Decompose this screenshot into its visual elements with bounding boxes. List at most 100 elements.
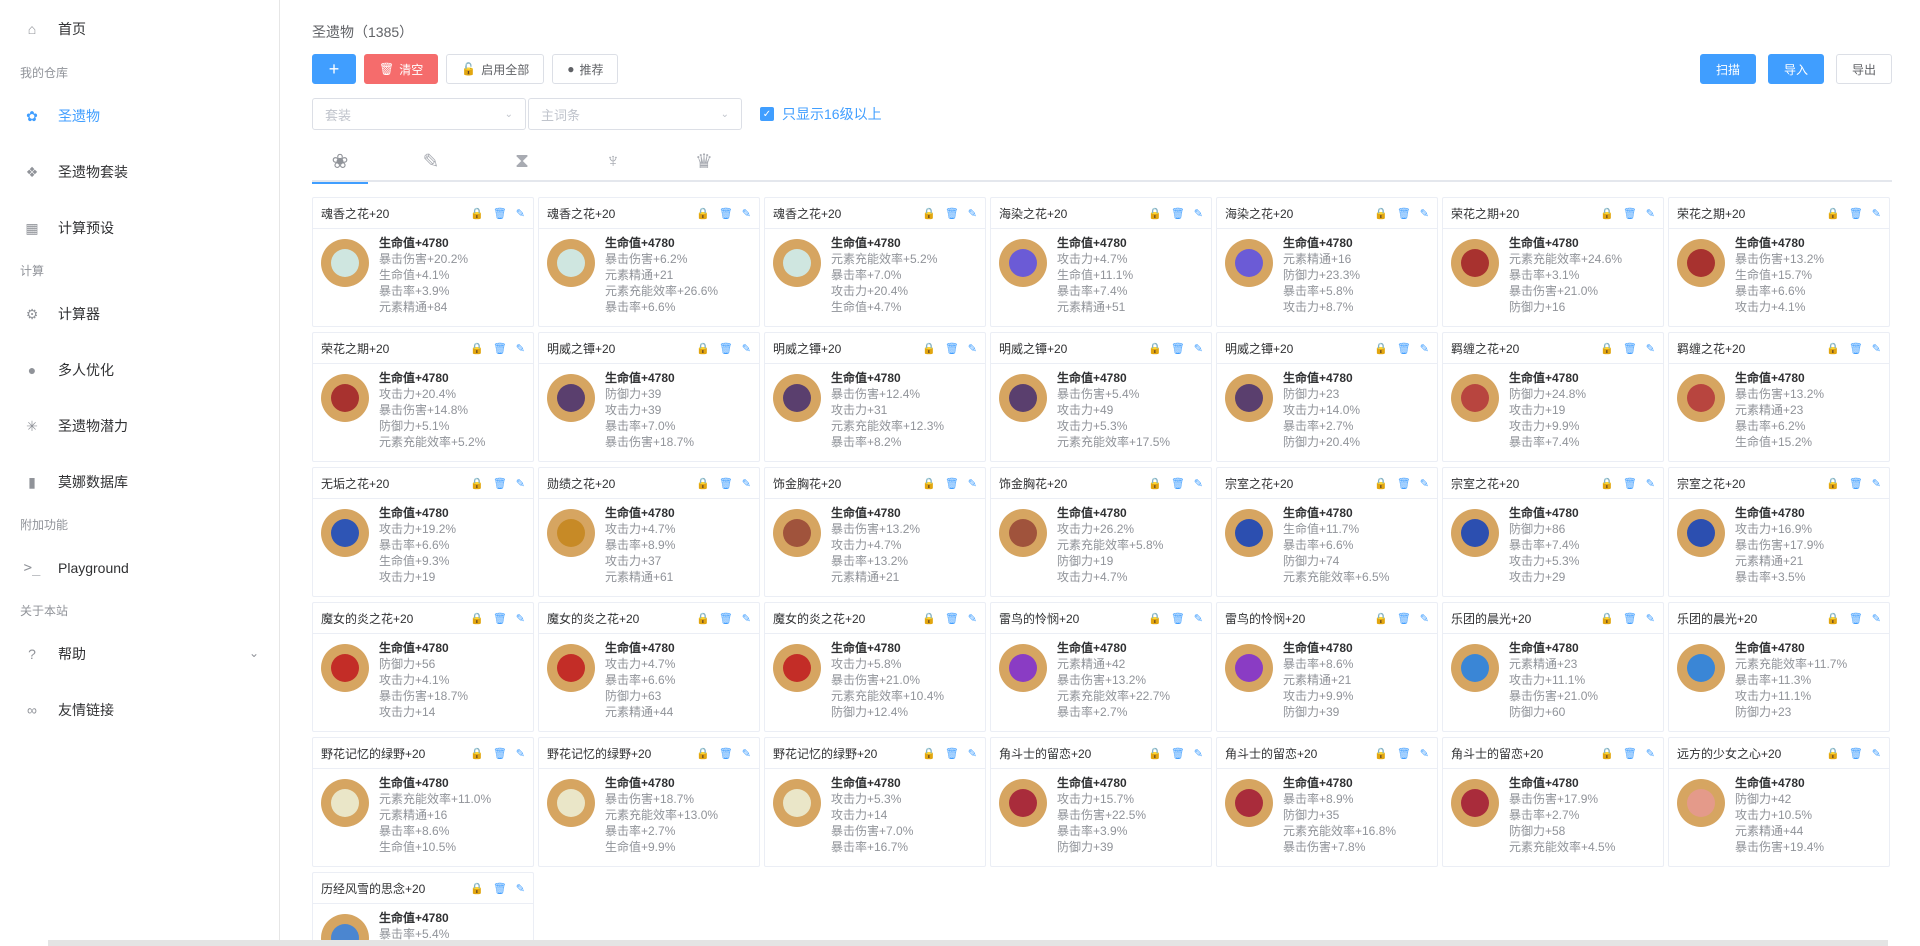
artifact-card[interactable]: 魂香之花+20 🔒 🗑 ✎ 生命值+4780 暴击伤害+20.2% 生命值+4.1% 暴击率+…: [312, 197, 534, 327]
edit-icon[interactable]: ✎: [516, 882, 525, 895]
edit-icon[interactable]: ✎: [516, 342, 525, 355]
artifact-card[interactable]: 魂香之花+20 🔒 🗑 ✎ 生命值+4780 暴击伤害+6.2% 元素精通+21 元素充能效率…: [538, 197, 760, 327]
edit-icon[interactable]: ✎: [1872, 207, 1881, 220]
lock-icon[interactable]: 🔒: [470, 477, 484, 490]
sidebar-item-potential[interactable]: ✳ 圣遗物潜力: [0, 398, 279, 454]
artifact-card[interactable]: 野花记忆的绿野+20 🔒 🗑 ✎ 生命值+4780 元素充能效率+11.0% 元素精通+16…: [312, 737, 534, 867]
trash-icon[interactable]: 🗑: [1623, 612, 1637, 625]
lock-icon[interactable]: 🔒: [696, 342, 710, 355]
trash-icon[interactable]: 🗑: [493, 477, 507, 490]
edit-icon[interactable]: ✎: [742, 207, 751, 220]
lock-icon[interactable]: 🔒: [1600, 477, 1614, 490]
lock-icon[interactable]: 🔒: [1148, 612, 1162, 625]
lock-icon[interactable]: 🔒: [922, 612, 936, 625]
trash-icon[interactable]: 🗑: [493, 342, 507, 355]
artifact-card[interactable]: 明威之镡+20 🔒 🗑 ✎ 生命值+4780 防御力+39 攻击力+39 暴击率+7.0% 暴击…: [538, 332, 760, 462]
artifact-card[interactable]: 魂香之花+20 🔒 🗑 ✎ 生命值+4780 元素充能效率+5.2% 暴击率+7.0% 攻击力…: [764, 197, 986, 327]
edit-icon[interactable]: ✎: [1420, 612, 1429, 625]
trash-icon[interactable]: 🗑: [1397, 207, 1411, 220]
edit-icon[interactable]: ✎: [1194, 747, 1203, 760]
lock-icon[interactable]: 🔒: [1600, 747, 1614, 760]
artifact-card[interactable]: 饰金胸花+20 🔒 🗑 ✎ 生命值+4780 攻击力+26.2% 元素充能效率+5.8% 防御…: [990, 467, 1212, 597]
sidebar-item-multi-opt[interactable]: ● 多人优化: [0, 342, 279, 398]
trash-icon[interactable]: 🗑: [1171, 477, 1185, 490]
trash-icon[interactable]: 🗑: [1171, 342, 1185, 355]
artifact-card[interactable]: 远方的少女之心+20 🔒 🗑 ✎ 生命值+4780 防御力+42 攻击力+10.5% 元素精通…: [1668, 737, 1890, 867]
lock-icon[interactable]: 🔒: [1600, 342, 1614, 355]
trash-icon[interactable]: 🗑: [1397, 612, 1411, 625]
edit-icon[interactable]: ✎: [516, 477, 525, 490]
lock-icon[interactable]: 🔒: [470, 612, 484, 625]
artifact-card[interactable]: 明威之镡+20 🔒 🗑 ✎ 生命值+4780 暴击伤害+5.4% 攻击力+49 攻击力+5.3…: [990, 332, 1212, 462]
artifact-card[interactable]: 荣花之期+20 🔒 🗑 ✎ 生命值+4780 暴击伤害+13.2% 生命值+15.7% 暴击率…: [1668, 197, 1890, 327]
trash-icon[interactable]: 🗑: [719, 477, 733, 490]
lock-icon[interactable]: 🔒: [470, 342, 484, 355]
edit-icon[interactable]: ✎: [968, 747, 977, 760]
edit-icon[interactable]: ✎: [1420, 207, 1429, 220]
lock-icon[interactable]: 🔒: [1148, 342, 1162, 355]
trash-icon[interactable]: 🗑: [1171, 747, 1185, 760]
set-select[interactable]: 套装 ⌄: [312, 98, 526, 130]
trash-icon[interactable]: 🗑: [945, 747, 959, 760]
artifact-card[interactable]: 魔女的炎之花+20 🔒 🗑 ✎ 生命值+4780 防御力+56 攻击力+4.1% 暴击伤害+1…: [312, 602, 534, 732]
edit-icon[interactable]: ✎: [742, 477, 751, 490]
edit-icon[interactable]: ✎: [968, 207, 977, 220]
tab-sands[interactable]: ⧗: [494, 140, 550, 182]
trash-icon[interactable]: 🗑: [945, 207, 959, 220]
edit-icon[interactable]: ✎: [1872, 747, 1881, 760]
edit-icon[interactable]: ✎: [968, 477, 977, 490]
trash-icon[interactable]: 🗑: [719, 342, 733, 355]
artifact-card[interactable]: 乐团的晨光+20 🔒 🗑 ✎ 生命值+4780 元素充能效率+11.7% 暴击率+11.3%…: [1668, 602, 1890, 732]
artifact-card[interactable]: 海染之花+20 🔒 🗑 ✎ 生命值+4780 攻击力+4.7% 生命值+11.1% 暴击率+7…: [990, 197, 1212, 327]
artifact-card[interactable]: 明威之镡+20 🔒 🗑 ✎ 生命值+4780 防御力+23 攻击力+14.0% 暴击率+2.7…: [1216, 332, 1438, 462]
trash-icon[interactable]: 🗑: [1397, 747, 1411, 760]
artifact-card[interactable]: 角斗士的留恋+20 🔒 🗑 ✎ 生命值+4780 暴击率+8.9% 防御力+35 元素充能效率…: [1216, 737, 1438, 867]
artifact-card[interactable]: 雷鸟的怜悯+20 🔒 🗑 ✎ 生命值+4780 暴击率+8.6% 元素精通+21 攻击力+9.…: [1216, 602, 1438, 732]
edit-icon[interactable]: ✎: [968, 342, 977, 355]
artifact-card[interactable]: 羁缠之花+20 🔒 🗑 ✎ 生命值+4780 暴击伤害+13.2% 元素精通+23 暴击率+6…: [1668, 332, 1890, 462]
edit-icon[interactable]: ✎: [1420, 747, 1429, 760]
trash-icon[interactable]: 🗑: [493, 882, 507, 895]
horizontal-scrollbar[interactable]: [48, 940, 1888, 946]
artifact-card[interactable]: 无垢之花+20 🔒 🗑 ✎ 生命值+4780 攻击力+19.2% 暴击率+6.6% 生命值+9…: [312, 467, 534, 597]
sidebar-item-playground[interactable]: >_ Playground: [0, 540, 279, 596]
lock-icon[interactable]: 🔒: [1600, 612, 1614, 625]
edit-icon[interactable]: ✎: [1646, 477, 1655, 490]
tab-plume[interactable]: ✎: [403, 140, 459, 182]
edit-icon[interactable]: ✎: [1194, 207, 1203, 220]
artifact-card[interactable]: 野花记忆的绿野+20 🔒 🗑 ✎ 生命值+4780 攻击力+5.3% 攻击力+14 暴击伤害+…: [764, 737, 986, 867]
clear-button[interactable]: 🗑 清空: [364, 54, 439, 84]
edit-icon[interactable]: ✎: [1646, 207, 1655, 220]
lock-icon[interactable]: 🔒: [1374, 612, 1388, 625]
artifact-card[interactable]: 宗室之花+20 🔒 🗑 ✎ 生命值+4780 生命值+11.7% 暴击率+6.6% 防御力+7…: [1216, 467, 1438, 597]
artifact-card[interactable]: 宗室之花+20 🔒 🗑 ✎ 生命值+4780 攻击力+16.9% 暴击伤害+17.9% 元素精…: [1668, 467, 1890, 597]
edit-icon[interactable]: ✎: [742, 612, 751, 625]
edit-icon[interactable]: ✎: [516, 207, 525, 220]
trash-icon[interactable]: 🗑: [1623, 342, 1637, 355]
trash-icon[interactable]: 🗑: [1171, 207, 1185, 220]
lock-icon[interactable]: 🔒: [470, 882, 484, 895]
artifact-card[interactable]: 雷鸟的怜悯+20 🔒 🗑 ✎ 生命值+4780 元素精通+42 暴击伤害+13.2% 元素充能…: [990, 602, 1212, 732]
lock-icon[interactable]: 🔒: [470, 207, 484, 220]
sidebar-item-artifact[interactable]: ✿ 圣遗物: [0, 88, 279, 144]
lock-icon[interactable]: 🔒: [1148, 747, 1162, 760]
edit-icon[interactable]: ✎: [1872, 477, 1881, 490]
enable-all-button[interactable]: 🔓 启用全部: [446, 54, 545, 84]
export-button[interactable]: 导出: [1836, 54, 1892, 84]
trash-icon[interactable]: 🗑: [1849, 207, 1863, 220]
artifact-card[interactable]: 魔女的炎之花+20 🔒 🗑 ✎ 生命值+4780 攻击力+5.8% 暴击伤害+21.0% 元素…: [764, 602, 986, 732]
trash-icon[interactable]: 🗑: [719, 747, 733, 760]
edit-icon[interactable]: ✎: [742, 342, 751, 355]
artifact-card[interactable]: 乐团的晨光+20 🔒 🗑 ✎ 生命值+4780 元素精通+23 攻击力+11.1% 暴击伤害+…: [1442, 602, 1664, 732]
lock-icon[interactable]: 🔒: [1826, 747, 1840, 760]
artifact-card[interactable]: 荣花之期+20 🔒 🗑 ✎ 生命值+4780 元素充能效率+24.6% 暴击率+3.1% 暴击…: [1442, 197, 1664, 327]
trash-icon[interactable]: 🗑: [1623, 477, 1637, 490]
artifact-card[interactable]: 明威之镡+20 🔒 🗑 ✎ 生命值+4780 暴击伤害+12.4% 攻击力+31 元素充能效率…: [764, 332, 986, 462]
sidebar-item-calculator[interactable]: ⚙ 计算器: [0, 286, 279, 342]
trash-icon[interactable]: 🗑: [1397, 477, 1411, 490]
lock-icon[interactable]: 🔒: [696, 612, 710, 625]
trash-icon[interactable]: 🗑: [1849, 612, 1863, 625]
import-button[interactable]: 导入: [1768, 54, 1824, 84]
trash-icon[interactable]: 🗑: [945, 477, 959, 490]
trash-icon[interactable]: 🗑: [1849, 477, 1863, 490]
